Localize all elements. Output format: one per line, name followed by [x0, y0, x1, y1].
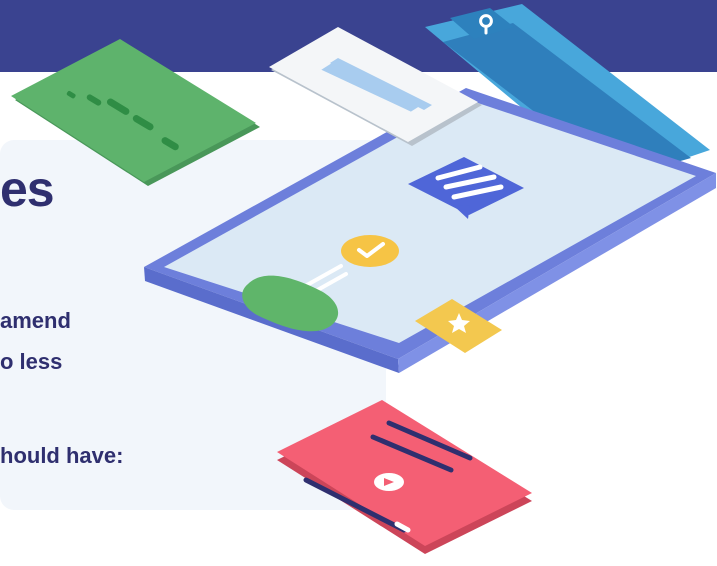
- chat-message-icon: [408, 157, 524, 219]
- body-text-line-3: hould have:: [0, 443, 124, 468]
- top-banner: [0, 0, 717, 72]
- partial-heading: es: [0, 161, 55, 217]
- page: es amend o less hould have:: [0, 0, 717, 566]
- star-badge-icon: [415, 299, 502, 353]
- body-text-line-1: amend: [0, 308, 71, 333]
- body-text-line-2: o less: [0, 349, 63, 374]
